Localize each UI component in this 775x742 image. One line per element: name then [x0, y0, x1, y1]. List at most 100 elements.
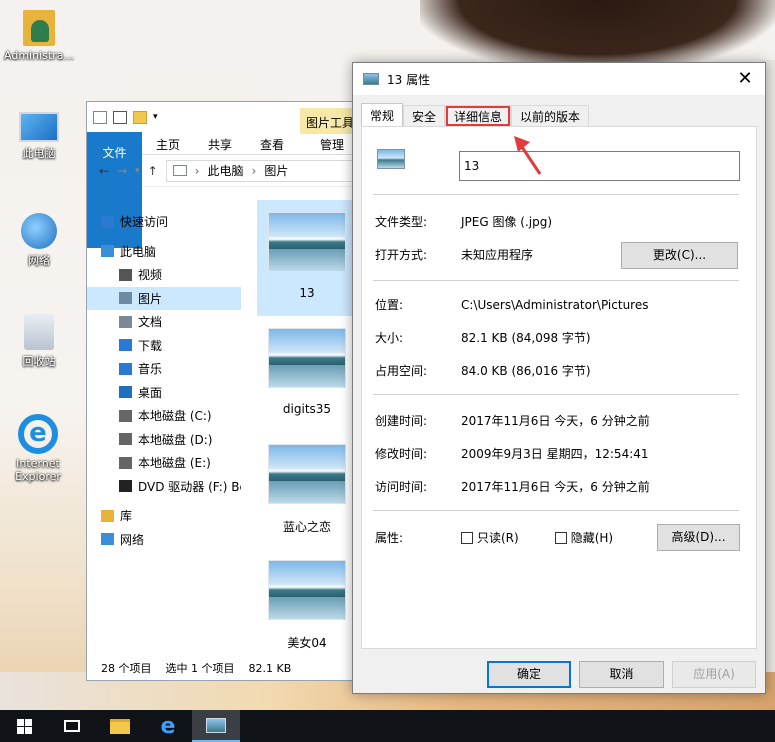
video-icon — [119, 268, 132, 281]
chevron-down-icon[interactable]: ▾ — [153, 112, 158, 122]
tab-share[interactable]: 共享 — [194, 132, 246, 154]
properties-check-icon[interactable] — [113, 110, 127, 124]
file-item[interactable]: 13 — [257, 200, 357, 316]
network-icon — [21, 213, 57, 249]
nav-item-label: 文档 — [138, 315, 163, 330]
up-arrow-icon[interactable]: ↑ — [148, 164, 158, 178]
modified-value: 2009年9月3日 星期四，12:54:41 — [461, 447, 649, 461]
folder-icon — [110, 718, 130, 734]
hidden-checkbox[interactable]: 隐藏(H) — [554, 529, 613, 546]
checkbox-box[interactable] — [554, 531, 567, 544]
file-item[interactable]: digits35 — [257, 316, 357, 432]
divider — [373, 394, 739, 395]
nav-item[interactable]: 库 — [87, 504, 241, 528]
breadcrumb-this-pc[interactable]: 此电脑 — [208, 162, 244, 179]
attributes-row: 属性: 只读(R) 隐藏(H) — [375, 529, 613, 546]
nav-item[interactable]: 网络 — [87, 528, 241, 552]
readonly-label: 只读(R) — [477, 531, 519, 545]
task-view-button[interactable] — [48, 710, 96, 742]
desktop-icon-recycle-bin[interactable]: 回收站 — [0, 314, 78, 369]
divider — [373, 194, 739, 195]
new-folder-icon[interactable] — [133, 110, 147, 124]
image-thumbnail — [268, 328, 346, 388]
nav-item[interactable]: 视频 — [87, 263, 241, 287]
nav-item[interactable]: 本地磁盘 (D:) — [87, 428, 241, 452]
desktop-icon-admin[interactable]: Administra... — [0, 10, 78, 62]
network-icon — [101, 533, 114, 546]
pictures-icon — [119, 292, 132, 305]
tab-home[interactable]: 主页 — [142, 132, 194, 154]
start-button[interactable] — [0, 710, 48, 742]
taskbar: e — [0, 710, 775, 742]
file-item[interactable]: 蓝心之恋 — [257, 432, 357, 548]
nav-item[interactable]: 文档 — [87, 310, 241, 334]
file-name: 蓝心之恋 — [282, 520, 331, 534]
nav-item[interactable]: 本地磁盘 (C:) — [87, 404, 241, 428]
file-name: 美女04 — [287, 636, 327, 650]
forward-arrow-icon[interactable]: → — [117, 164, 127, 178]
file-name-input[interactable] — [459, 151, 740, 181]
nav-item-label: 下载 — [138, 338, 163, 353]
nav-item[interactable]: 音乐 — [87, 357, 241, 381]
tab-security[interactable]: 安全 — [403, 105, 446, 127]
apply-button[interactable]: 应用(A) — [672, 661, 756, 688]
ok-button[interactable]: 确定 — [487, 661, 571, 688]
nav-item[interactable]: 快速访问 — [87, 210, 241, 234]
image-thumbnail — [268, 444, 346, 504]
nav-item[interactable]: 此电脑 — [87, 240, 241, 264]
nav-item[interactable]: 下载 — [87, 334, 241, 358]
size-on-disk-row: 占用空间: 84.0 KB (86,016 字节) — [375, 362, 591, 379]
file-name: digits35 — [282, 402, 332, 416]
drive-icon — [119, 409, 132, 422]
location-label: 位置: — [375, 298, 404, 312]
change-button[interactable]: 更改(C)... — [621, 242, 738, 269]
modified-label: 修改时间: — [375, 447, 428, 461]
advanced-button[interactable]: 高级(D)... — [657, 524, 740, 551]
file-type-label: 文件类型: — [375, 215, 428, 229]
nav-item[interactable]: DVD 驱动器 (F:) Bc — [87, 475, 241, 499]
general-panel — [361, 126, 757, 649]
taskbar-internet-explorer[interactable]: e — [144, 710, 192, 742]
desktop-icon-network[interactable]: 网络 — [0, 213, 78, 268]
computer-icon — [101, 245, 114, 258]
file-item[interactable]: 美女04 — [257, 548, 357, 664]
accessed-value: 2017年11月6日 今天，6 分钟之前 — [461, 480, 650, 494]
internet-explorer-icon: e — [18, 414, 58, 454]
close-icon[interactable]: ✕ — [735, 69, 755, 89]
tab-previous-versions[interactable]: 以前的版本 — [511, 105, 590, 127]
readonly-checkbox[interactable]: 只读(R) — [461, 529, 519, 546]
file-type-value: JPEG 图像 (.jpg) — [461, 215, 553, 229]
chevron-right-icon: › — [251, 163, 257, 178]
created-label: 创建时间: — [375, 414, 428, 428]
nav-item-label: 快速访问 — [120, 215, 169, 230]
recent-locations-icon[interactable]: ▾ — [135, 166, 140, 176]
desktop-icon-ie[interactable]: e Internet Explorer — [0, 414, 76, 483]
tab-manage[interactable]: 管理 — [306, 132, 358, 154]
taskbar-photos[interactable] — [192, 710, 240, 742]
created-value: 2017年11月6日 今天，6 分钟之前 — [461, 414, 650, 428]
nav-item[interactable]: 图片 — [87, 286, 241, 310]
tab-details[interactable]: 详细信息 — [445, 105, 512, 127]
annotation-arrow-icon — [514, 136, 542, 175]
taskbar-file-explorer[interactable] — [96, 710, 144, 742]
checkbox-box[interactable] — [461, 531, 473, 544]
nav-item-label: 网络 — [120, 532, 145, 547]
desktop-icon-label: Internet Explorer — [15, 457, 61, 483]
back-arrow-icon[interactable]: ← — [99, 164, 109, 178]
cancel-button[interactable]: 取消 — [579, 661, 664, 688]
window-menu-icon[interactable] — [93, 110, 107, 124]
open-with-row: 打开方式: 未知应用程序 — [375, 246, 533, 263]
accessed-label: 访问时间: — [375, 480, 428, 494]
desktop-icon-label: 回收站 — [22, 355, 56, 368]
nav-item[interactable]: 本地磁盘 (E:) — [87, 451, 241, 475]
breadcrumb-pictures[interactable]: 图片 — [264, 162, 288, 179]
image-thumbnail — [268, 212, 346, 272]
dialog-title: 13 属性 — [387, 72, 431, 87]
desktop-icon-this-pc[interactable]: 此电脑 — [0, 112, 78, 161]
tab-view[interactable]: 查看 — [246, 132, 298, 154]
nav-item[interactable]: 桌面 — [87, 381, 241, 405]
status-bar: 28 个项目 选中 1 个项目 82.1 KB — [87, 656, 385, 680]
desktop-icon-label: Administra... — [4, 49, 74, 62]
tab-general[interactable]: 常规 — [361, 103, 404, 127]
nav-item-label: 本地磁盘 (E:) — [138, 456, 211, 471]
